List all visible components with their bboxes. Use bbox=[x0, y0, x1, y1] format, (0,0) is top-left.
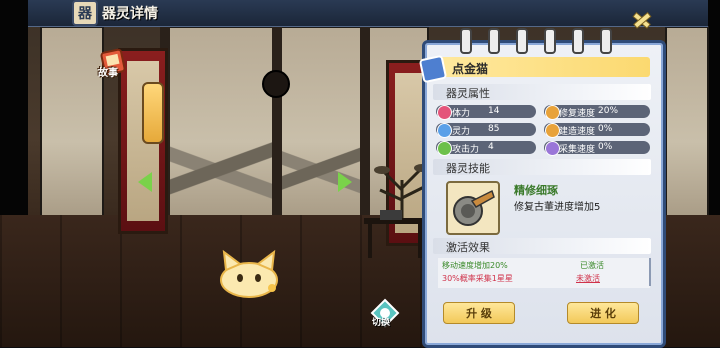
ring-binder bbox=[516, 28, 528, 54]
gather-icon bbox=[545, 141, 560, 156]
wall-panel bbox=[165, 26, 279, 220]
skill-title: 器灵技能 bbox=[446, 162, 490, 175]
attack-icon bbox=[437, 141, 452, 156]
stat-value: 14 bbox=[488, 106, 500, 116]
arrow-left-icon[interactable] bbox=[138, 172, 152, 192]
ring-binder bbox=[488, 28, 500, 54]
skill-icon-frame[interactable] bbox=[446, 181, 500, 235]
skill-description: 修复古董进度增加5 bbox=[514, 202, 601, 213]
attributes-title: 器灵属性 bbox=[446, 87, 490, 100]
ring-binder bbox=[460, 28, 472, 54]
stat-label: 修复速度 bbox=[559, 109, 596, 119]
pillar bbox=[360, 26, 370, 216]
stat-value: 0% bbox=[598, 142, 613, 152]
stat-value: 85 bbox=[488, 124, 500, 134]
stat-label: 灵力 bbox=[452, 127, 471, 137]
repair-icon bbox=[545, 105, 560, 120]
stat-label: 攻击力 bbox=[452, 145, 480, 155]
close-icon[interactable] bbox=[630, 8, 654, 32]
round-window bbox=[262, 70, 290, 98]
story-button[interactable]: 故事 bbox=[98, 64, 118, 79]
stat-label: 体力 bbox=[452, 109, 471, 119]
polish-skill-icon bbox=[453, 189, 495, 226]
switch-button[interactable]: 切换 bbox=[372, 315, 390, 328]
evolve-button[interactable]: 进 化 bbox=[567, 302, 639, 324]
spirit-name: 点金猫 bbox=[452, 62, 489, 76]
ring-binder bbox=[572, 28, 584, 54]
heart-icon bbox=[437, 105, 452, 120]
cat-spirit[interactable] bbox=[216, 248, 282, 298]
skill-name: 精修细琢 bbox=[514, 184, 558, 197]
pillar bbox=[272, 26, 282, 216]
title-text: 器灵详情 bbox=[102, 6, 158, 22]
wall-panel bbox=[278, 26, 367, 220]
ring-binder bbox=[600, 28, 612, 54]
stat-label: 采集速度 bbox=[559, 145, 596, 155]
activation-effect: 移动速度增加20% bbox=[442, 261, 508, 270]
page-title: 器 器灵详情 bbox=[72, 0, 158, 26]
title-icon: 器 bbox=[72, 0, 98, 26]
stat-label: 建造速度 bbox=[559, 127, 596, 137]
wall-panel bbox=[665, 26, 709, 220]
activation-effect: 30%概率采集1星星 bbox=[442, 274, 513, 283]
tag-icon bbox=[418, 54, 448, 84]
arrow-right-icon[interactable] bbox=[338, 172, 352, 192]
activation-status: 已激活 bbox=[580, 261, 604, 270]
stat-value: 4 bbox=[488, 142, 494, 152]
stat-value: 0% bbox=[598, 124, 613, 134]
spirit-drop-icon bbox=[437, 123, 452, 138]
activation-title: 激活效果 bbox=[446, 241, 490, 254]
stat-value: 20% bbox=[598, 106, 619, 116]
upgrade-button[interactable]: 升 级 bbox=[443, 302, 515, 324]
lantern bbox=[142, 82, 164, 144]
activation-status: 未激活 bbox=[576, 274, 600, 283]
build-icon bbox=[545, 123, 560, 138]
ring-binder bbox=[544, 28, 556, 54]
table-decoration bbox=[364, 210, 426, 258]
scrollbar[interactable] bbox=[649, 258, 651, 286]
